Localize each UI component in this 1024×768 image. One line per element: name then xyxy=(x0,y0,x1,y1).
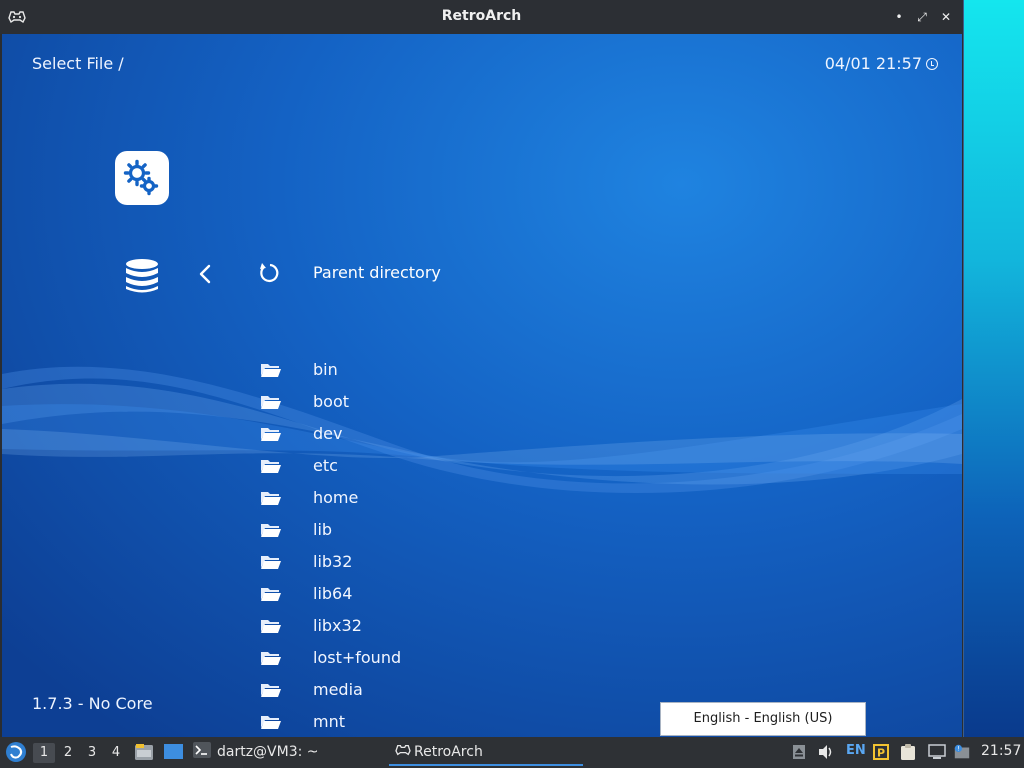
workspace-2[interactable]: 2 xyxy=(57,743,79,763)
file-item-label: media xyxy=(313,680,363,699)
folder-icon xyxy=(261,524,281,537)
folder-icon xyxy=(261,428,281,441)
network-icon[interactable] xyxy=(928,743,946,761)
chevron-left-icon[interactable] xyxy=(198,264,212,284)
file-item[interactable]: boot xyxy=(258,386,558,418)
file-item-label: etc xyxy=(313,456,338,475)
taskbar: 1 2 3 4 dartz@VM3: ~ RetroArch EN P ! 21… xyxy=(0,737,1024,768)
file-item[interactable]: home xyxy=(258,482,558,514)
window-titlebar[interactable]: RetroArch • ⤢ ✕ xyxy=(0,0,963,34)
window-title: RetroArch xyxy=(441,8,522,24)
taskbar-clock: 21:57 xyxy=(981,743,1022,759)
folder-icon xyxy=(261,652,281,665)
folder-icon xyxy=(261,620,281,633)
refresh-icon xyxy=(260,263,279,283)
file-manager-icon[interactable] xyxy=(134,742,154,762)
file-item[interactable]: mnt xyxy=(258,706,558,737)
volume-icon[interactable] xyxy=(817,743,835,761)
file-item-label: lib32 xyxy=(313,552,353,571)
file-item-label: dev xyxy=(313,424,343,443)
clock-icon xyxy=(926,58,938,70)
file-item-label: bin xyxy=(313,360,338,379)
file-item[interactable]: media xyxy=(258,674,558,706)
gears-icon xyxy=(123,159,159,196)
file-item-label: lib xyxy=(313,520,333,539)
notification-icon[interactable]: ! xyxy=(953,743,971,761)
retroarch-window: RetroArch • ⤢ ✕ Select File / 04/01 21:5… xyxy=(0,0,964,737)
task-terminal-label: dartz@VM3: ~ xyxy=(217,744,319,760)
file-item-label: home xyxy=(313,488,359,507)
datetime-display: 04/01 21:57 xyxy=(825,54,938,73)
file-item[interactable]: bin xyxy=(258,354,558,386)
settings-tab[interactable] xyxy=(115,151,169,205)
minimize-button[interactable]: • xyxy=(891,9,907,25)
datetime-text: 04/01 21:57 xyxy=(824,54,922,73)
file-item-label: libx32 xyxy=(313,616,362,635)
file-item-label: mnt xyxy=(313,712,345,731)
file-item[interactable]: lost+found xyxy=(258,642,558,674)
folder-icon xyxy=(261,684,281,697)
file-item[interactable]: lib xyxy=(258,514,558,546)
file-item[interactable]: dev xyxy=(258,418,558,450)
core-version-label: 1.7.3 - No Core xyxy=(32,694,153,713)
file-item[interactable]: lib64 xyxy=(258,578,558,610)
parent-directory-label: Parent directory xyxy=(313,263,441,282)
task-retroarch[interactable]: RetroArch xyxy=(389,739,583,766)
show-desktop-icon[interactable] xyxy=(163,742,184,762)
page-title: Select File / xyxy=(32,54,124,73)
close-button[interactable]: ✕ xyxy=(938,9,954,25)
file-item-label: lib64 xyxy=(313,584,353,603)
folder-icon xyxy=(261,716,281,729)
folder-icon xyxy=(261,364,281,377)
workspace-1[interactable]: 1 xyxy=(33,743,55,763)
workspace-3[interactable]: 3 xyxy=(81,743,103,763)
menu-content: Select File / 04/01 21:57 Parent directo… xyxy=(2,34,962,737)
desktop-wallpaper xyxy=(962,0,1024,737)
database-icon[interactable] xyxy=(124,258,160,294)
folder-icon xyxy=(261,396,281,409)
maximize-button[interactable]: ⤢ xyxy=(914,9,930,25)
svg-text:!: ! xyxy=(957,746,960,753)
file-item[interactable]: etc xyxy=(258,450,558,482)
workspace-4[interactable]: 4 xyxy=(105,743,127,763)
parcellite-icon[interactable]: P xyxy=(872,743,890,761)
folder-icon xyxy=(261,492,281,505)
start-menu-icon[interactable] xyxy=(5,741,27,763)
file-item-label: boot xyxy=(313,392,350,411)
file-item[interactable]: lib32 xyxy=(258,546,558,578)
file-item-label: lost+found xyxy=(313,648,402,667)
svg-text:P: P xyxy=(877,747,885,760)
keyboard-language-indicator[interactable]: EN xyxy=(846,743,866,758)
task-terminal[interactable]: dartz@VM3: ~ xyxy=(193,739,319,766)
file-item[interactable]: libx32 xyxy=(258,610,558,642)
clipboard-icon[interactable] xyxy=(899,743,917,761)
folder-icon xyxy=(261,588,281,601)
folder-icon xyxy=(261,460,281,473)
task-retroarch-label: RetroArch xyxy=(414,744,483,760)
eject-icon[interactable] xyxy=(790,743,808,761)
keyboard-layout-popup[interactable]: English - English (US) xyxy=(660,702,866,736)
terminal-icon xyxy=(193,742,211,758)
folder-icon xyxy=(261,556,281,569)
gamepad-icon xyxy=(395,744,411,756)
